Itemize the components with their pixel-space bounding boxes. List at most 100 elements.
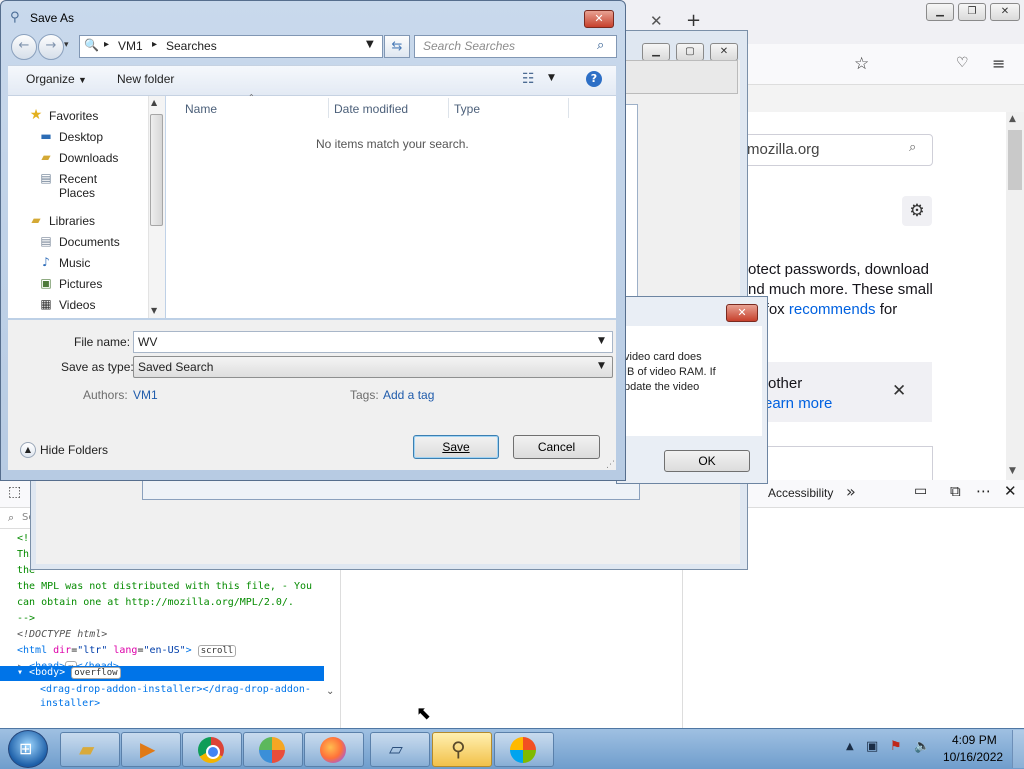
taskbar-firefox[interactable] [304, 732, 364, 767]
clock-date[interactable]: 10/16/2022 [943, 750, 1003, 764]
breadcrumb-vm1[interactable]: VM1 [118, 39, 143, 53]
nav-pictures[interactable]: Pictures [59, 277, 102, 291]
back-button[interactable]: ← [11, 34, 37, 60]
taskbar-search-app[interactable]: ⚲ [432, 732, 492, 767]
tab-accessibility[interactable]: Accessibility [768, 486, 833, 500]
nav-videos[interactable]: Videos [59, 298, 95, 312]
dismiss-card-icon[interactable]: ✕ [892, 381, 906, 401]
column-date-modified[interactable]: Date modified [334, 102, 408, 116]
hide-folders-chevron-icon[interactable]: ▲ [20, 442, 36, 458]
authors-label: Authors: [83, 388, 128, 402]
nav-recent-places[interactable]: Recent Places [59, 172, 97, 200]
address-bar[interactable]: 🔍 ▸ VM1 ▸ Searches ▼ [79, 35, 383, 58]
taskbar-media-player[interactable]: ▶ [121, 732, 181, 767]
element-picker-icon[interactable]: ⬚ [8, 484, 21, 500]
nav-scrollbar-thumb[interactable] [150, 114, 163, 226]
bg-close-button[interactable]: ✕ [710, 43, 738, 61]
breadcrumb-separator-icon[interactable]: ▸ [104, 39, 109, 50]
scroll-down-icon[interactable]: ▼ [1009, 466, 1016, 476]
address-dropdown-icon[interactable]: ▼ [366, 39, 374, 50]
pocket-icon[interactable]: ♡ [956, 55, 969, 71]
nav-scroll-up-icon[interactable]: ▲ [151, 98, 157, 107]
scroll-up-icon[interactable]: ▲ [1009, 114, 1016, 124]
breadcrumb-searches[interactable]: Searches [166, 39, 217, 53]
favorites-star-icon: ★ [29, 107, 43, 123]
code-line-html[interactable]: <html dir="ltr" lang="en-US"> scroll [17, 645, 237, 657]
file-name-dropdown-icon[interactable]: ▼ [598, 336, 605, 346]
help-icon[interactable]: ? [586, 71, 602, 87]
column-divider[interactable] [328, 98, 329, 118]
save-type-dropdown-icon[interactable]: ▼ [598, 361, 605, 371]
start-button[interactable]: ⊞ [8, 730, 48, 768]
network-icon[interactable]: ▣ [866, 739, 878, 754]
dock-side-icon[interactable]: ⧉ [950, 482, 961, 500]
file-name-input[interactable]: WV ▼ [133, 331, 613, 353]
forward-button[interactable]: → [38, 34, 64, 60]
hide-folders-button[interactable]: Hide Folders [40, 443, 108, 457]
firefox-close-button[interactable]: ✕ [990, 3, 1020, 21]
close-tab-icon[interactable]: ✕ [650, 12, 663, 30]
resize-grip-icon[interactable]: ⋰ [606, 460, 615, 470]
change-view-icon[interactable]: ☷ [522, 71, 535, 87]
show-desktop-button[interactable] [1012, 730, 1024, 768]
volume-icon[interactable]: 🔈 [914, 739, 930, 754]
taskbar-chrome[interactable] [182, 732, 242, 767]
nav-documents[interactable]: Documents [59, 235, 120, 249]
column-divider[interactable] [568, 98, 569, 118]
recommends-link[interactable]: recommends [789, 301, 876, 318]
nav-favorites[interactable]: Favorites [49, 109, 98, 123]
search-icon[interactable]: ⌕ [597, 38, 604, 53]
bg-minimize-button[interactable]: ▁ [642, 43, 670, 61]
message-close-button[interactable]: ✕ [726, 304, 758, 322]
page-scrollbar-thumb[interactable] [1008, 130, 1022, 190]
file-name-value: WV [138, 335, 158, 349]
action-center-icon[interactable]: ⚑ [890, 739, 902, 754]
responsive-design-icon[interactable]: ▭ [914, 483, 927, 499]
breadcrumb-separator-icon[interactable]: ▸ [152, 39, 157, 50]
save-button[interactable]: Save [413, 435, 499, 459]
taskbar-window[interactable]: ▱ [370, 732, 430, 767]
organize-button[interactable]: Organize ▼ [26, 72, 87, 86]
save-as-type-select[interactable]: Saved Search ▼ [133, 356, 613, 378]
firefox-minimize-button[interactable]: ▁ [926, 3, 954, 21]
firefox-toolbar [748, 44, 1024, 85]
nav-music[interactable]: Music [59, 256, 90, 270]
nav-downloads[interactable]: Downloads [59, 151, 118, 165]
bg-restore-button[interactable]: ▢ [676, 43, 704, 61]
new-folder-button[interactable]: New folder [117, 72, 174, 86]
taskbar-app-lock[interactable] [243, 732, 303, 767]
column-divider[interactable] [448, 98, 449, 118]
add-tag-link[interactable]: Add a tag [383, 388, 434, 402]
markup-scroll-down-icon[interactable]: ⌄ [326, 686, 334, 697]
bookmark-star-icon[interactable]: ☆ [854, 54, 869, 74]
nav-libraries[interactable]: Libraries [49, 214, 95, 228]
cancel-button[interactable]: Cancel [513, 435, 600, 459]
devtools-options-icon[interactable]: ⋯ [976, 482, 991, 500]
recent-locations-icon[interactable]: ▾ [64, 40, 69, 50]
refresh-icon[interactable]: ⇆ [384, 35, 410, 58]
nav-desktop[interactable]: Desktop [59, 130, 103, 144]
column-name[interactable]: Name [185, 102, 217, 116]
menu-hamburger-icon[interactable]: ≡ [992, 54, 1005, 73]
firefox-restore-button[interactable]: ❐ [958, 3, 986, 21]
view-options-dropdown-icon[interactable]: ▼ [548, 73, 555, 83]
show-hidden-icons-icon[interactable]: ▲ [846, 741, 854, 752]
gear-icon[interactable]: ⚙ [902, 196, 932, 226]
close-devtools-icon[interactable]: ✕ [1004, 482, 1017, 500]
taskbar-explorer[interactable]: ▰ [60, 732, 120, 767]
scroll-badge[interactable]: scroll [197, 645, 237, 657]
column-type[interactable]: Type [454, 102, 480, 116]
clock-time[interactable]: 4:09 PM [952, 733, 997, 747]
addon-search-input[interactable]: mozilla.org ⌕ [738, 134, 933, 166]
search-input[interactable]: Search Searches ⌕ [414, 35, 617, 58]
new-tab-icon[interactable]: + [686, 10, 701, 31]
ok-button[interactable]: OK [664, 450, 750, 472]
nav-scroll-down-icon[interactable]: ▼ [151, 306, 157, 315]
taskbar-windows-app[interactable] [494, 732, 554, 767]
learn-more-link[interactable]: earn more [764, 394, 832, 414]
dialog-close-button[interactable]: ✕ [584, 10, 614, 28]
authors-value[interactable]: VM1 [133, 388, 158, 402]
empty-folder-message: No items match your search. [316, 137, 469, 151]
more-tabs-chevron-icon[interactable]: » [846, 482, 856, 501]
selected-body-row[interactable]: ▾ <body> overflow [0, 666, 324, 681]
